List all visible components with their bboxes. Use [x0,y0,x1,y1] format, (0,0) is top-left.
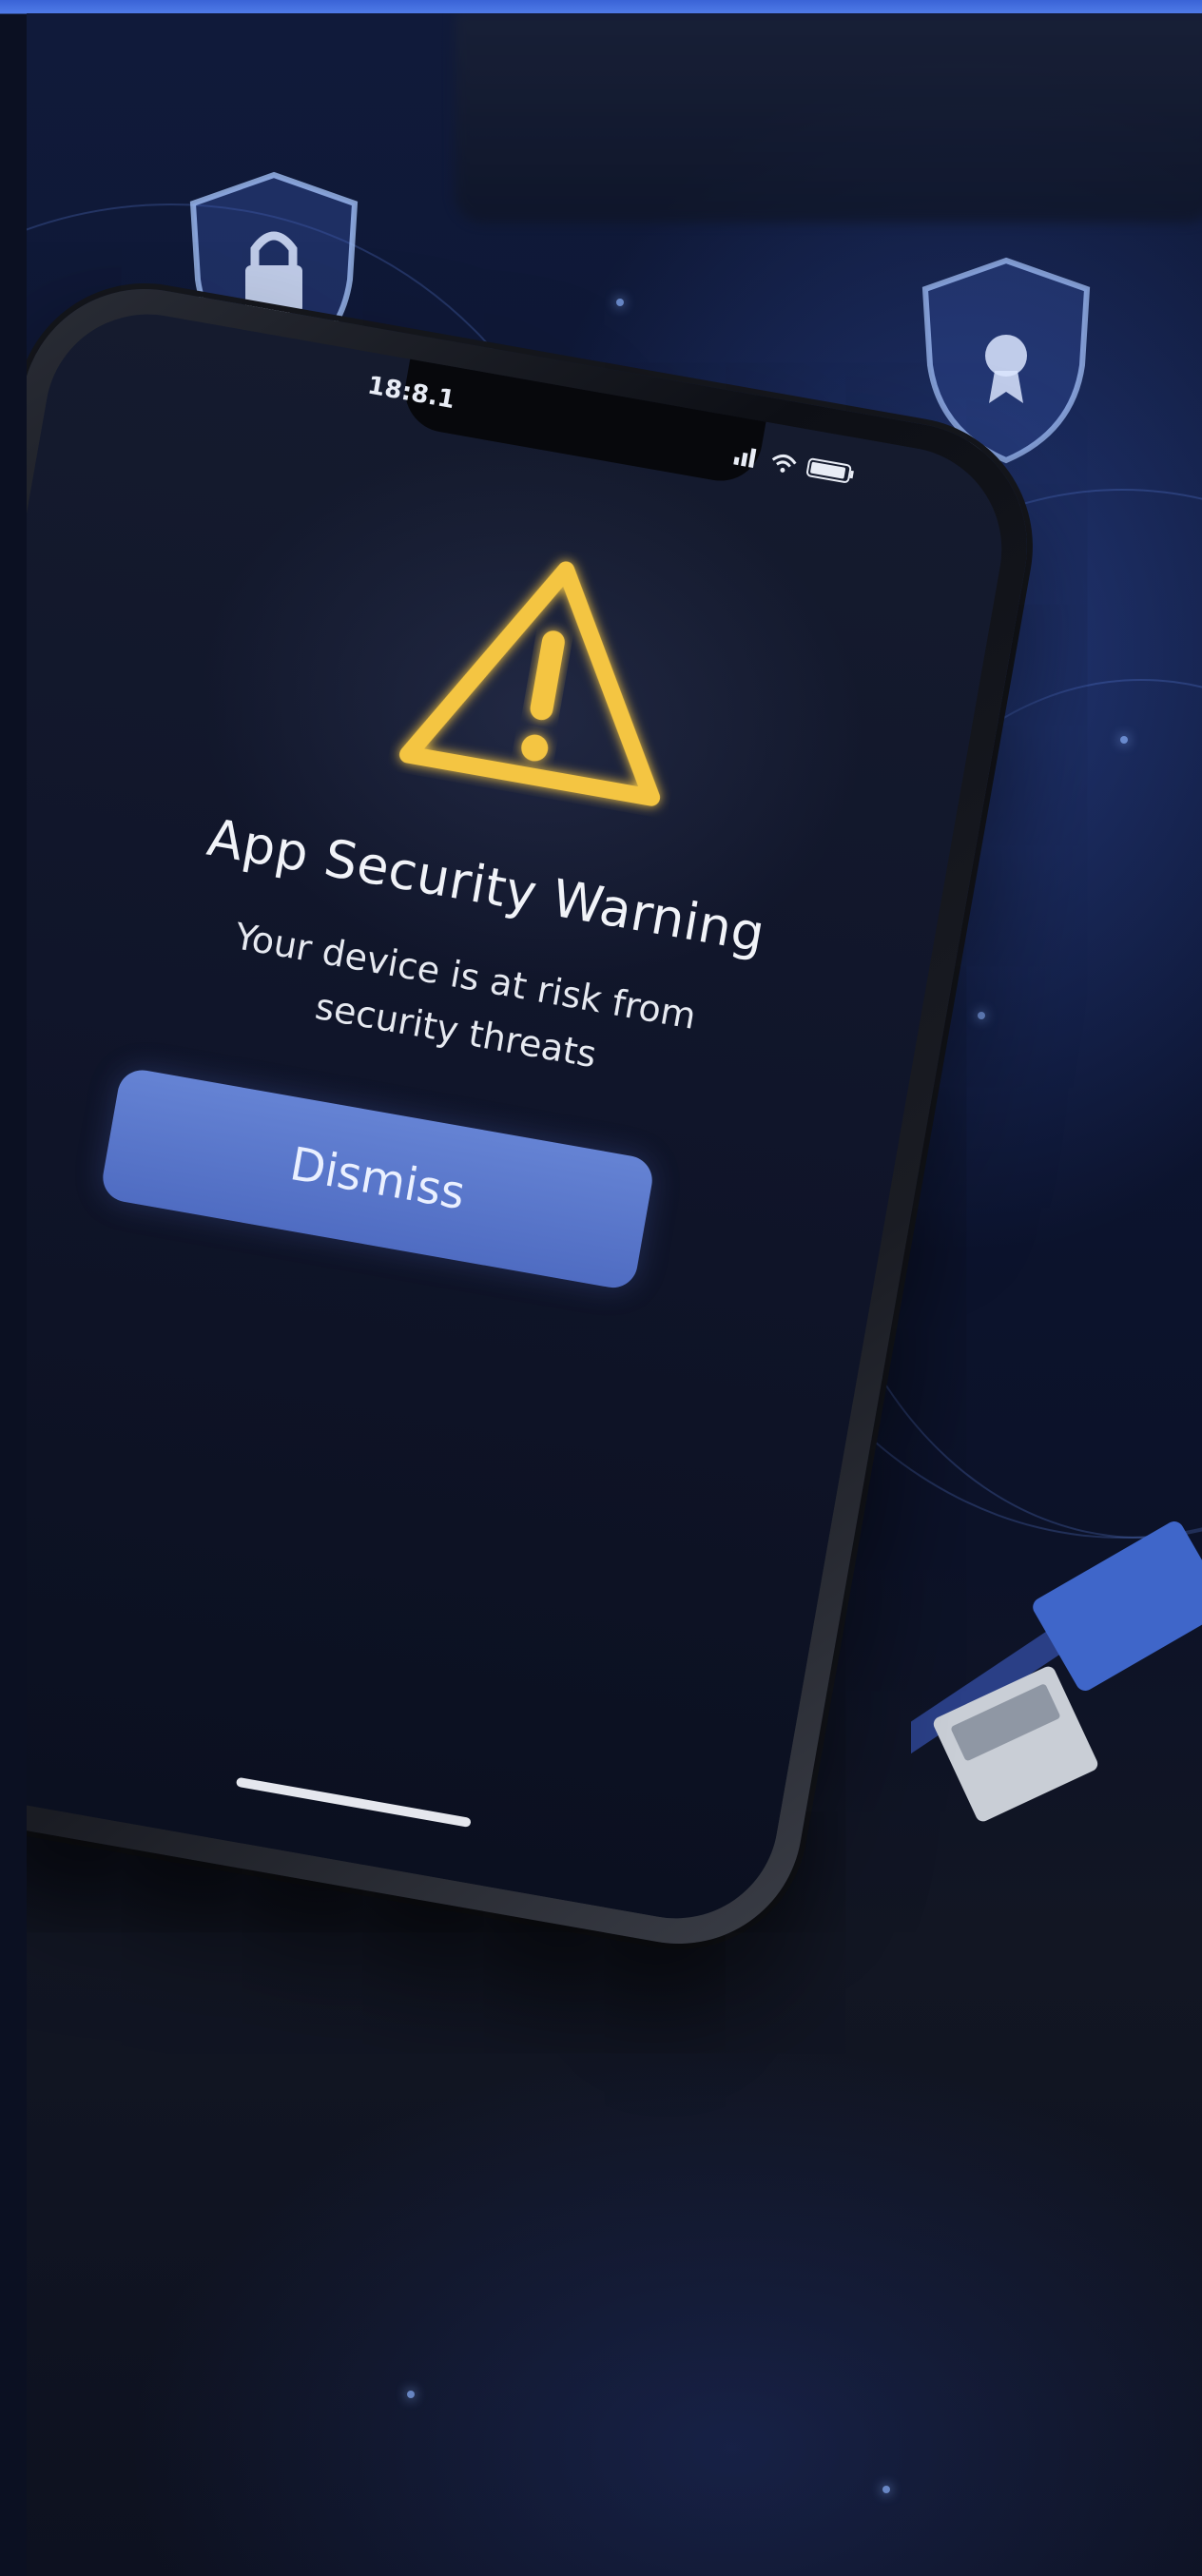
phone-screen: 18:8.1 App Security Warning Your device … [27,298,1018,1935]
smartphone: 18:8.1 App Security Warning Your device … [27,269,1047,1964]
image-frame: 18:8.1 App Security Warning Your device … [0,0,1202,2576]
photo-scene: 18:8.1 App Security Warning Your device … [27,13,1202,2576]
ethernet-cable-icon [911,1521,1202,1822]
alert-content: App Security Warning Your device is at r… [27,299,1018,1935]
glow-dot [407,2391,415,2398]
glow-dot [882,2486,890,2493]
blurred-keyboard [455,13,1202,223]
glow-dot [978,1012,985,1019]
glow-dot [1120,736,1128,744]
glow-dot [616,299,624,306]
warning-triangle-icon [399,561,661,806]
dismiss-button[interactable]: Dismiss [99,1066,656,1292]
